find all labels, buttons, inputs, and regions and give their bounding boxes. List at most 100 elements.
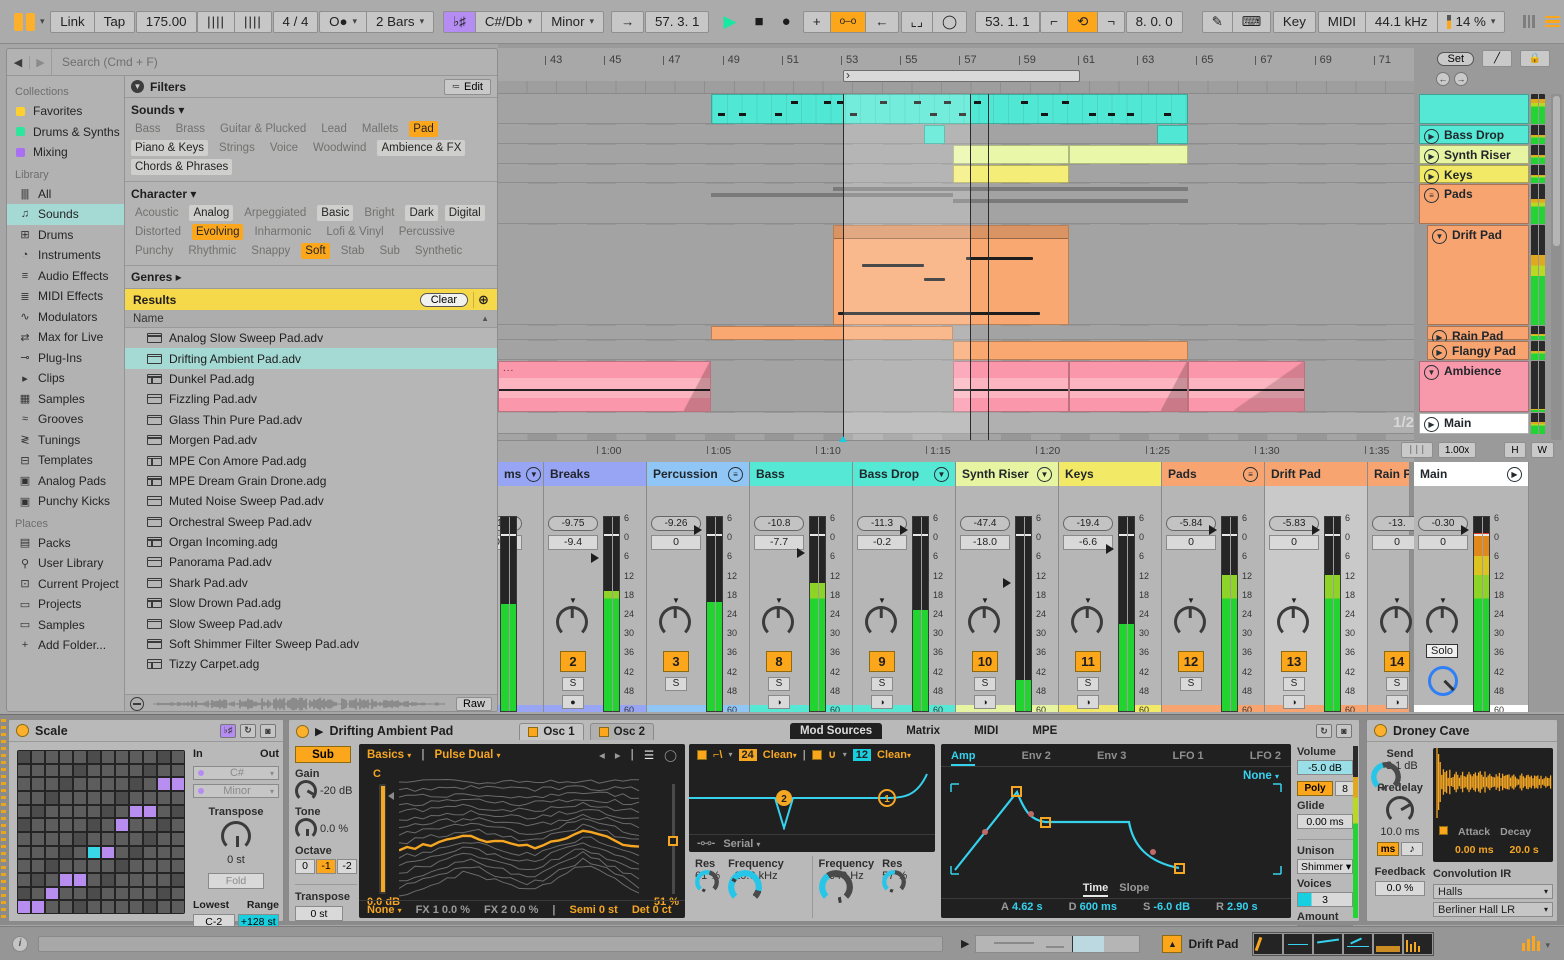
automation-lane-button[interactable]: ╱ xyxy=(1482,50,1512,67)
track-header-keys[interactable]: ▶ Keys xyxy=(1419,165,1529,184)
scale-grid-cell[interactable] xyxy=(32,751,44,763)
osc-circle-icon[interactable]: ◯ xyxy=(664,748,677,762)
scale-grid-cell[interactable] xyxy=(88,764,100,777)
play-icon[interactable]: ▶ xyxy=(1424,169,1439,184)
filter1-mode-menu[interactable]: Clean▾ xyxy=(763,749,797,761)
sidebar-item-mixing[interactable]: Mixing xyxy=(7,142,124,163)
scale-grid-cell[interactable] xyxy=(88,819,100,831)
gain-knob[interactable] xyxy=(295,780,317,802)
device-chain-expand-button[interactable]: ▲ xyxy=(1162,934,1183,953)
mixer-strip-ms[interactable]: ms ▼ 310 xyxy=(498,462,544,712)
filter-tag-punchy[interactable]: Punchy xyxy=(131,243,177,259)
solo-button[interactable]: S xyxy=(1077,677,1099,691)
mixer-strip-main[interactable]: Main ▶ -0.30 0 6 0 6 12 18 24 30 36 42 48 60 ▼ Solo xyxy=(1414,462,1529,712)
results-name-column-header[interactable]: Name ▲ xyxy=(124,310,497,328)
scale-grid-cell[interactable] xyxy=(172,860,184,872)
filter-tag-percussive[interactable]: Percussive xyxy=(395,224,459,240)
sidebar-item-analog-pads[interactable]: ▣ Analog Pads xyxy=(7,471,124,492)
tab-mpe[interactable]: MPE xyxy=(1022,723,1067,739)
fold-icon[interactable]: ▼ xyxy=(526,466,542,482)
pan-knob[interactable] xyxy=(1277,606,1309,638)
scale-grid-cell[interactable] xyxy=(130,887,142,900)
overview-window[interactable] xyxy=(1072,935,1105,952)
volume-field[interactable]: -0.2 xyxy=(857,535,907,550)
fader-handle[interactable] xyxy=(591,552,599,563)
scale-grid-cell[interactable] xyxy=(60,833,72,845)
scale-grid-cell[interactable] xyxy=(172,764,184,777)
scale-grid-cell[interactable] xyxy=(46,833,58,845)
fader-handle[interactable] xyxy=(1209,524,1217,535)
time-signature-field[interactable]: 4 / 4 xyxy=(272,10,319,33)
filter2-enable-led[interactable] xyxy=(811,749,822,760)
session-view-toggle[interactable] xyxy=(1519,12,1539,32)
volume-field[interactable]: 0 xyxy=(1269,535,1319,550)
scale-device-power-button[interactable] xyxy=(16,724,29,737)
result-item[interactable]: Panorama Pad.adv xyxy=(125,552,497,572)
play-icon[interactable]: ▶ xyxy=(1424,417,1439,432)
filter-tag-evolving[interactable]: Evolving xyxy=(192,224,244,240)
mixer-track-title[interactable]: Rain P xyxy=(1368,462,1409,486)
result-item[interactable]: Slow Sweep Pad.adv xyxy=(125,613,497,633)
filter-tag-bass[interactable]: Bass xyxy=(131,121,165,137)
scale-grid-cell[interactable] xyxy=(46,778,58,790)
filter-tag-digital[interactable]: Digital xyxy=(444,205,485,221)
scale-grid[interactable] xyxy=(17,750,185,914)
scale-grid-cell[interactable] xyxy=(172,887,184,900)
track-number-arm-button[interactable]: 3 xyxy=(663,651,689,672)
scale-grid-cell[interactable] xyxy=(116,860,128,872)
scale-grid-cell[interactable] xyxy=(88,792,100,804)
scale-grid-cell[interactable] xyxy=(74,751,86,763)
pan-knob[interactable] xyxy=(762,606,794,638)
mixer-strip-bass-drop[interactable]: Bass Drop ▼ -11.3 -0.2 6 0 6 12 18 24 30 36 42 48 60 ▼ 9… xyxy=(853,462,956,712)
scale-grid-cell[interactable] xyxy=(60,887,72,900)
scale-grid-cell[interactable] xyxy=(102,846,114,859)
mixer-track-title[interactable]: Main ▶ xyxy=(1414,462,1528,486)
scale-grid-cell[interactable] xyxy=(102,860,114,872)
scale-grid-cell[interactable] xyxy=(88,805,100,818)
filter-tag-voice[interactable]: Voice xyxy=(266,140,302,156)
filter-tag-stab[interactable]: Stab xyxy=(337,243,369,259)
solo-button[interactable]: S xyxy=(1283,677,1305,691)
arrangement-clip[interactable] xyxy=(1069,145,1188,164)
scale-grid-cell[interactable] xyxy=(144,819,156,831)
osc-prev-icon[interactable]: ◂ xyxy=(599,748,605,762)
browser-forward-button[interactable]: ▶ xyxy=(29,55,51,69)
sidebar-item-punchy-kicks[interactable]: ▣ Punchy Kicks xyxy=(7,491,124,512)
add-filter-button[interactable]: ⊕ xyxy=(473,291,493,308)
arrangement-clip[interactable] xyxy=(1156,125,1188,144)
drift-transpose-field[interactable]: 0 st xyxy=(295,906,343,921)
scale-name-menu[interactable]: Minor ▾ xyxy=(541,10,605,33)
arm-record-button[interactable]: ● xyxy=(562,695,584,709)
fold-icon[interactable]: ▼ xyxy=(1432,229,1447,244)
solo-button[interactable]: S xyxy=(1180,677,1202,691)
sidebar-item-projects[interactable]: ▭ Projects xyxy=(7,594,124,615)
track-header-ambience[interactable]: ▼ Ambience xyxy=(1419,361,1529,412)
track-header-bass-drop[interactable]: ▶ Bass Drop xyxy=(1419,125,1529,144)
scale-grid-cell[interactable] xyxy=(172,805,184,818)
loop-button[interactable]: ⟲ xyxy=(1067,10,1099,33)
poly-voices-menu[interactable]: 8 xyxy=(1335,781,1355,796)
session-record-button[interactable]: ◯ xyxy=(932,10,967,33)
arrangement-clip-area[interactable]: ... xyxy=(498,94,1414,440)
scale-grid-cell[interactable] xyxy=(32,887,44,900)
solo-button[interactable]: S xyxy=(562,677,584,691)
arrangement-position-field[interactable]: 57. 3. 1 xyxy=(644,10,710,33)
scale-grid-cell[interactable] xyxy=(130,751,142,763)
link-button[interactable]: Link xyxy=(50,10,95,33)
clear-filters-button[interactable]: Clear xyxy=(419,292,468,307)
scale-grid-cell[interactable] xyxy=(102,819,114,831)
predelay-knob[interactable] xyxy=(1386,796,1414,824)
midi-map-button[interactable]: MIDI xyxy=(1317,10,1366,33)
scale-grid-cell[interactable] xyxy=(88,833,100,845)
filter-tag-acoustic[interactable]: Acoustic xyxy=(131,205,182,221)
group-icon[interactable]: ≡ xyxy=(728,466,743,482)
volume-field[interactable]: -5.0 dB xyxy=(1297,760,1353,775)
sidebar-item-favorites[interactable]: Favorites xyxy=(7,101,124,122)
play-icon[interactable]: ▶ xyxy=(1507,466,1522,482)
ableton-logo[interactable] xyxy=(14,11,35,33)
scale-grid-cell[interactable] xyxy=(18,805,30,818)
sidebar-item-add-folder-[interactable]: + Add Folder... xyxy=(7,635,124,656)
mod-sources-display[interactable]: Amp Env 2 Env 3 LFO 1 LFO 2 None ▾ Time xyxy=(941,744,1291,918)
track-number-arm-button[interactable]: 13 xyxy=(1281,651,1307,672)
filter-tag-guitar-plucked[interactable]: Guitar & Plucked xyxy=(216,121,310,137)
